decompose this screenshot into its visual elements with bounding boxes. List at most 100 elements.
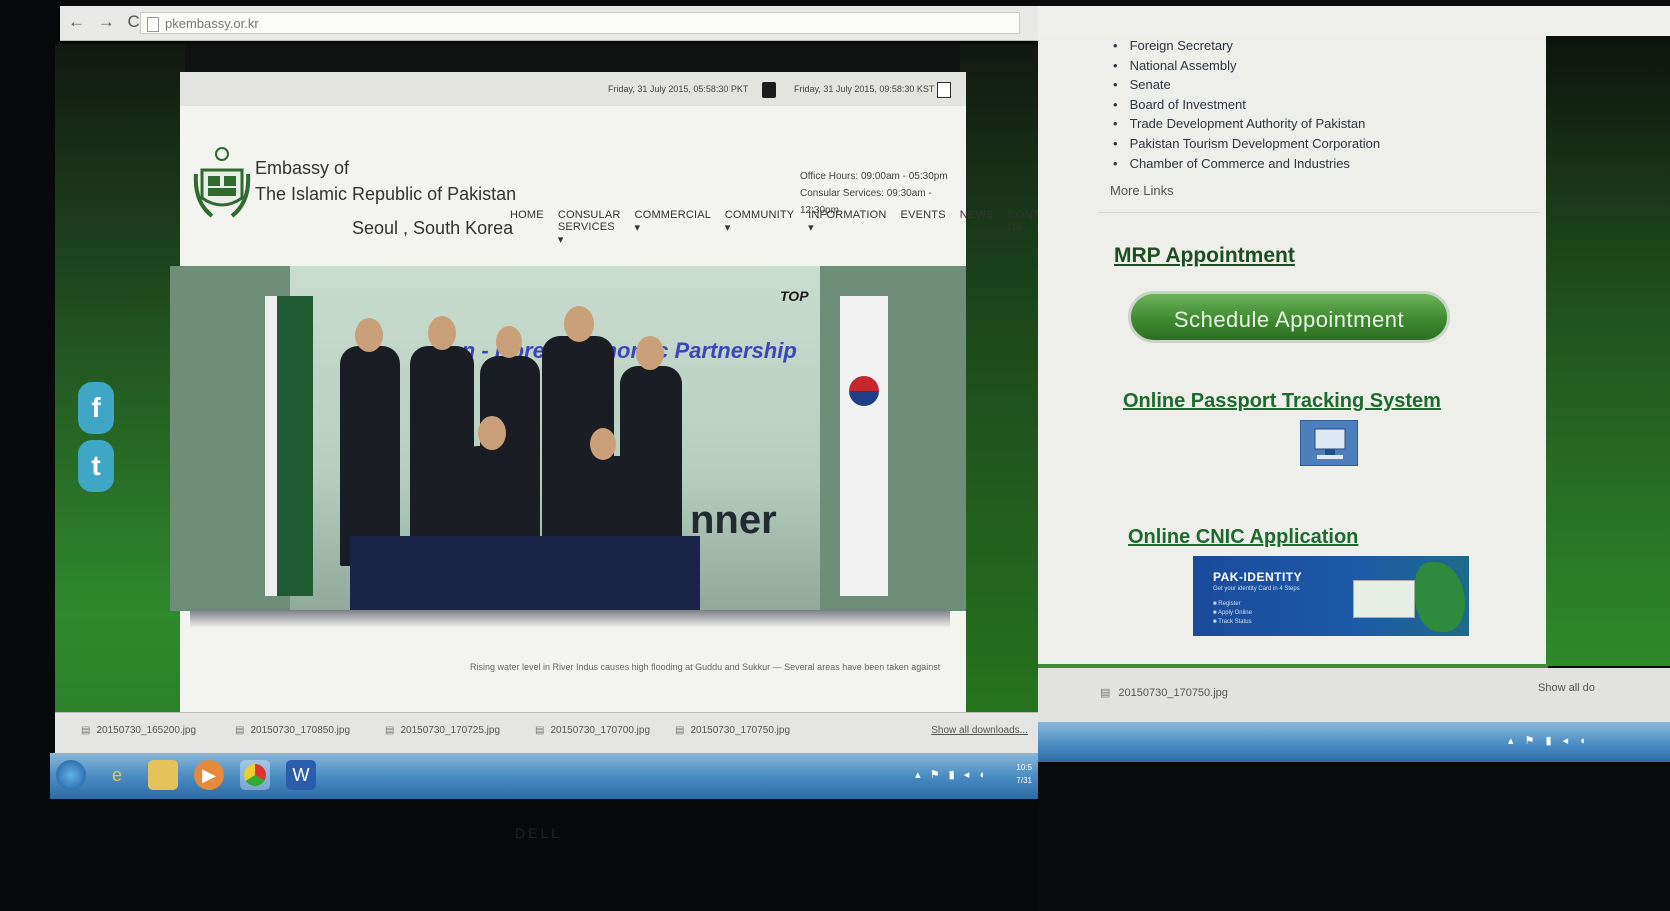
nav-community[interactable]: COMMUNITY ▾ bbox=[725, 209, 794, 246]
pak-identity-step: ■ Register bbox=[1213, 601, 1241, 607]
schedule-appointment-button[interactable]: Schedule Appointment bbox=[1128, 291, 1450, 343]
system-tray[interactable]: ▴ ⚑ ▮ ◂ ◖ bbox=[1508, 734, 1590, 747]
monitor-brand-logo: DELL bbox=[515, 825, 563, 841]
nav-contact-us[interactable]: CONTACT US bbox=[1008, 209, 1038, 246]
cnic-application-link[interactable]: Online CNIC Application bbox=[1128, 526, 1358, 549]
related-links-list: Foreign Secretary National Assembly Sena… bbox=[1113, 36, 1381, 174]
site-title-line1: Embassy of bbox=[255, 158, 350, 178]
link-foreign-secretary[interactable]: Foreign Secretary bbox=[1113, 36, 1380, 56]
windows-taskbar: ▴ ⚑ ▮ ◂ ◖ bbox=[1038, 722, 1670, 762]
computer-icon[interactable] bbox=[1300, 420, 1358, 466]
korea-clock-icon bbox=[937, 82, 951, 98]
pak-identity-banner[interactable]: PAK-IDENTITY Get your identity Card in 4… bbox=[1193, 556, 1469, 636]
page-background-green bbox=[1546, 36, 1670, 666]
address-bar[interactable]: pkembassy.or.kr bbox=[140, 12, 1020, 34]
office-hours-text: Office Hours: 09:00am - 05:30pm bbox=[800, 171, 948, 182]
nav-events[interactable]: EVENTS bbox=[901, 209, 946, 246]
show-all-downloads-link[interactable]: Show all do bbox=[1538, 682, 1595, 694]
download-item[interactable]: 20150730_170750.jpg bbox=[675, 725, 790, 736]
download-item[interactable]: 20150730_170725.jpg bbox=[385, 725, 500, 736]
page-background-green-right bbox=[960, 44, 1038, 756]
divider bbox=[1098, 212, 1538, 213]
nav-news[interactable]: NEWS bbox=[960, 209, 994, 246]
korea-flag bbox=[840, 296, 888, 596]
browser-toolbar-strip bbox=[1038, 6, 1670, 36]
pak-identity-step: ■ Apply Online bbox=[1213, 610, 1252, 616]
folder-icon[interactable] bbox=[148, 760, 178, 790]
pakistan-map-image bbox=[1415, 562, 1465, 632]
person-head bbox=[496, 326, 522, 358]
download-item[interactable]: 20150730_170850.jpg bbox=[235, 725, 350, 736]
monitor-icon bbox=[1314, 428, 1346, 459]
system-tray[interactable]: ▴ ⚑ ▮ ◂ ◖ bbox=[915, 768, 988, 781]
embassy-links-page: Foreign Secretary National Assembly Sena… bbox=[1038, 36, 1546, 664]
pak-identity-subtitle: Get your identity Card in 4 Steps bbox=[1213, 586, 1300, 592]
pakistan-emblem-icon bbox=[193, 147, 251, 218]
link-chamber-of-commerce[interactable]: Chamber of Commerce and Industries bbox=[1113, 154, 1380, 174]
main-nav: HOME CONSULAR SERVICES ▾ COMMERCIAL ▾ CO… bbox=[510, 209, 1038, 246]
nav-commercial[interactable]: COMMERCIAL ▾ bbox=[635, 209, 711, 246]
start-button-icon[interactable] bbox=[56, 760, 86, 790]
download-item[interactable]: 20150730_170700.jpg bbox=[535, 725, 650, 736]
internet-explorer-icon[interactable]: e bbox=[102, 760, 132, 790]
browser-nav-buttons[interactable]: ← → C bbox=[68, 12, 144, 32]
person-head bbox=[478, 416, 506, 450]
facebook-icon[interactable]: f bbox=[78, 382, 114, 434]
downloads-bar: 20150730_165200.jpg 20150730_170850.jpg … bbox=[55, 712, 1038, 753]
pak-identity-steps: ■ Register ■ Apply Online ■ Track Status bbox=[1213, 600, 1252, 627]
passport-tracking-link[interactable]: Online Passport Tracking System bbox=[1123, 390, 1441, 413]
person-head bbox=[636, 336, 664, 370]
browser-toolbar: ← → C pkembassy.or.kr bbox=[60, 6, 1038, 41]
person bbox=[340, 346, 400, 566]
right-photo-panel: Foreign Secretary National Assembly Sena… bbox=[1038, 0, 1670, 911]
korea-flag-taegeuk bbox=[849, 376, 879, 406]
clock-time: 10:5 bbox=[1016, 763, 1032, 772]
page-background-green-left bbox=[55, 44, 185, 756]
hero-corner-logo: TOP bbox=[780, 288, 809, 304]
left-photo-panel: ← → C pkembassy.or.kr f t Friday, 31 Jul… bbox=[0, 0, 1038, 911]
link-senate[interactable]: Senate bbox=[1113, 75, 1380, 95]
download-item[interactable]: 20150730_165200.jpg bbox=[81, 725, 196, 736]
pak-identity-title: PAK-IDENTITY bbox=[1213, 570, 1303, 584]
page-icon bbox=[147, 17, 159, 32]
id-card-image bbox=[1353, 580, 1415, 618]
pak-identity-step: ■ Track Status bbox=[1213, 619, 1252, 625]
address-bar-url: pkembassy.or.kr bbox=[165, 16, 259, 31]
media-player-icon[interactable]: ▶ bbox=[194, 760, 224, 790]
twitter-icon[interactable]: t bbox=[78, 440, 114, 492]
nav-home[interactable]: HOME bbox=[510, 209, 544, 246]
hero-shadow bbox=[190, 610, 950, 628]
nav-information[interactable]: INFORMATION ▾ bbox=[808, 209, 886, 246]
link-board-of-investment[interactable]: Board of Investment bbox=[1113, 95, 1380, 115]
mrp-appointment-heading[interactable]: MRP Appointment bbox=[1114, 244, 1295, 268]
windows-taskbar: e ▶ W ▴ ⚑ ▮ ◂ ◖ 10:5 7/31 bbox=[50, 753, 1038, 799]
download-item[interactable]: 20150730_170750.jpg bbox=[1100, 686, 1228, 699]
hero-banner-large-text-2: nner bbox=[690, 498, 777, 542]
site-title-line2: The Islamic Republic of Pakistan bbox=[255, 184, 517, 204]
facebook-glyph: f bbox=[91, 392, 101, 423]
embassy-page: Friday, 31 July 2015, 05:58:30 PKT Frida… bbox=[170, 72, 1038, 756]
twitter-glyph: t bbox=[91, 450, 101, 481]
pakistan-flag-stripe bbox=[265, 296, 277, 596]
signing-table bbox=[350, 536, 700, 611]
person-head bbox=[564, 306, 594, 342]
site-title-line3: Seoul , South Korea bbox=[352, 218, 514, 238]
pakistan-time: Friday, 31 July 2015, 05:58:30 PKT bbox=[608, 84, 749, 94]
more-links-link[interactable]: More Links bbox=[1110, 183, 1174, 198]
word-icon[interactable]: W bbox=[286, 760, 316, 790]
show-all-downloads-link[interactable]: Show all downloads... bbox=[931, 725, 1028, 736]
taskbar-clock[interactable]: 10:5 7/31 bbox=[1016, 761, 1032, 787]
person-head bbox=[590, 428, 616, 460]
nav-consular-services[interactable]: CONSULAR SERVICES ▾ bbox=[558, 209, 621, 246]
chrome-icon[interactable] bbox=[240, 760, 270, 790]
korea-time: Friday, 31 July 2015, 09:58:30 KST bbox=[794, 84, 935, 94]
hero-slideshow-image[interactable]: stan - Korea Economic Partnership e nner… bbox=[170, 266, 966, 611]
pakistan-clock-icon bbox=[762, 82, 776, 98]
link-ptdc[interactable]: Pakistan Tourism Development Corporation bbox=[1113, 134, 1381, 154]
clock-date: 7/31 bbox=[1016, 776, 1032, 785]
page-background-top bbox=[185, 44, 960, 74]
link-national-assembly[interactable]: National Assembly bbox=[1113, 56, 1380, 76]
news-ticker[interactable]: Rising water level in River Indus causes… bbox=[470, 662, 940, 672]
link-tdap[interactable]: Trade Development Authority of Pakistan bbox=[1113, 114, 1380, 134]
person-head bbox=[355, 318, 383, 352]
